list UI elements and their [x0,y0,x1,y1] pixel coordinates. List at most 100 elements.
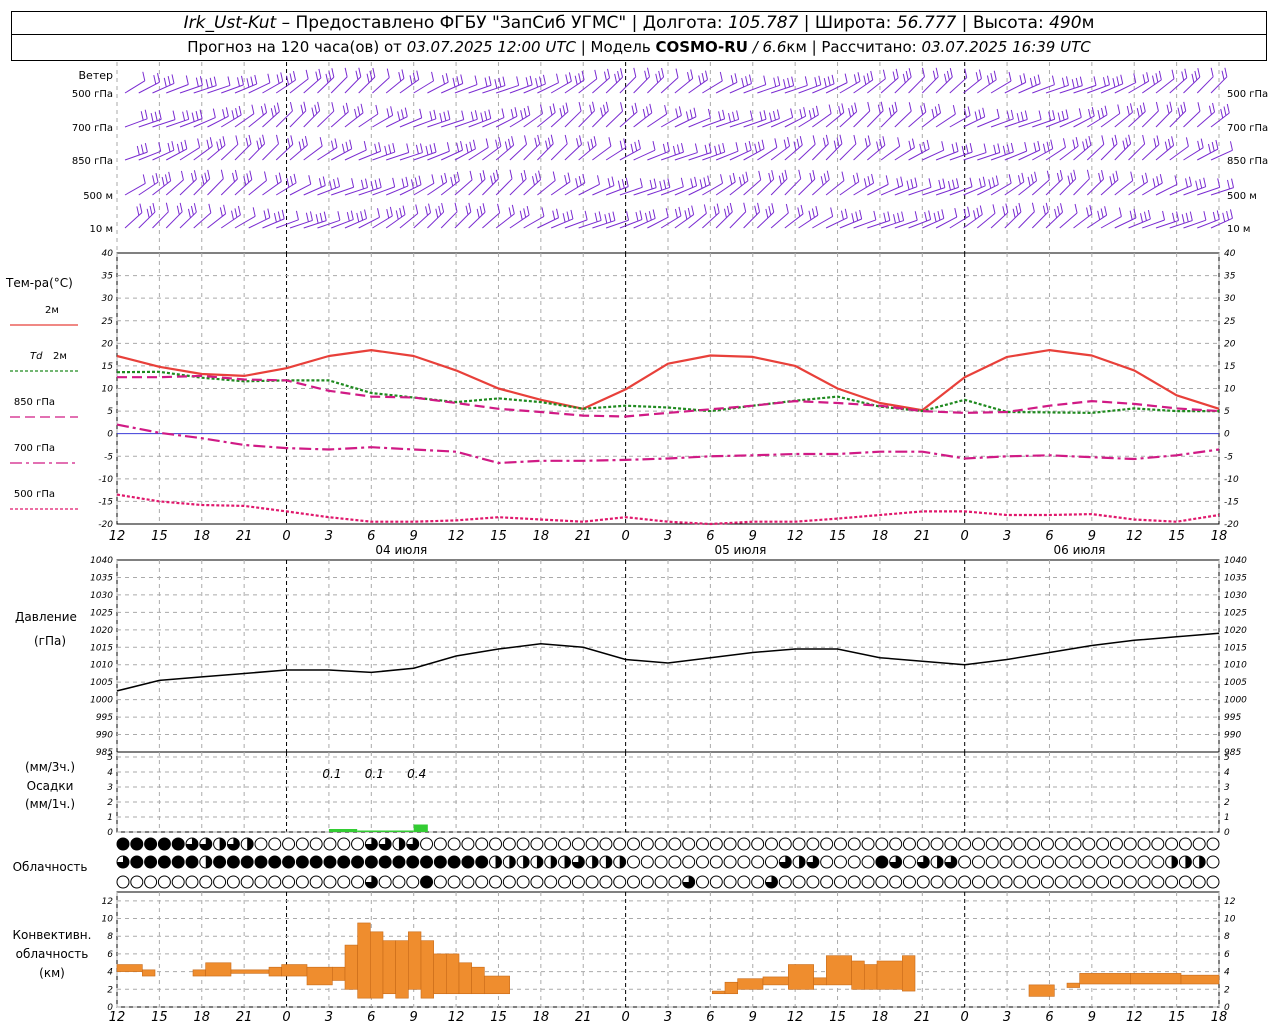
wind-barb-flag [910,179,914,189]
wind-barb-flag [469,141,473,151]
wind-barb-flag [1042,205,1046,215]
wind-barb-flag [734,73,738,83]
wind-barb-flag [914,211,918,221]
wind-barb-staff [550,143,568,161]
cloud-circle [668,875,682,889]
cloud-cover-symbol [489,875,503,889]
convective-hour-label: 18 [193,1010,210,1024]
wind-barb-flag [590,138,594,148]
wind-barb-flag [290,175,293,186]
wind-barb-staff [550,181,571,196]
cloud-circle [861,875,875,889]
cloud-circle [709,875,723,889]
wind-barb-flag [804,76,808,86]
cloud-circle [447,837,461,851]
wind-barb [757,203,775,229]
wind-barb-flag [1117,104,1121,114]
wind-barb-flag [582,173,586,184]
wind-barb-flag [378,142,382,152]
wind-barb-flag [1188,176,1192,186]
wind-barb-flag [389,206,393,217]
wind-barb-flag [978,69,982,79]
cloud-cover-symbol [199,875,213,889]
cloud-cover-symbol [682,837,696,851]
cloud-cover-symbol [351,875,365,889]
wind-barb-flag [856,172,860,182]
convective-tick-right: 2 [1224,985,1230,995]
temp-legend-label: 700 гПа [14,443,55,454]
wind-barb-flag [186,110,190,120]
wind-barb-flag [289,73,293,83]
cloud-cover-symbol [351,837,365,851]
cloud-cover-symbol [944,837,958,851]
wind-barb-flag [425,145,429,156]
cloud-circle [213,855,227,869]
wind-barb [812,170,830,196]
wind-barb-flag [705,70,708,80]
cloud-circle [171,875,185,889]
wind-barb [482,169,499,196]
wind-barb-flag [431,71,435,81]
wind-barb-flag [1120,74,1124,84]
cloud-circle [930,875,944,889]
convective-hour-label: 15 [1168,1010,1185,1024]
wind-barb [385,205,406,229]
cloud-cover-symbol [916,875,930,889]
wind-barb-flag [290,135,294,145]
wind-barb-flag [867,135,871,145]
wind-barb-flag [633,67,637,77]
cloud-cover-symbol [627,855,641,869]
cloud-cover-symbol [130,855,144,869]
cloud-cover-symbol [364,875,378,889]
wind-barb-flag [260,106,264,116]
wind-barb-flag [986,75,990,85]
wind-barb-flag [397,111,401,121]
wind-barb-flag [559,108,563,118]
wind-barb-flag [1079,76,1083,86]
wind-barb [633,67,650,94]
convective-tick-left: 2 [107,985,113,995]
wind-barb-flag [450,176,454,187]
wind-barb-flag [1073,169,1077,179]
wind-barb-flag [738,176,742,187]
wind-level-label-left: 10 м [90,224,113,235]
wind-barb-flag [1122,140,1126,150]
wind-barb-flag [498,77,502,88]
cloud-circle [171,837,185,851]
cloud-cover-symbol [1027,875,1041,889]
wind-barb-flag [401,178,405,188]
wind-barb-flag [456,142,460,153]
cloud-half [247,838,254,850]
wind-barb [564,135,583,161]
wind-barb-staff [537,180,556,196]
precip-tick-right: 0 [1224,828,1230,838]
cloud-cover-symbol [1206,875,1220,889]
wind-barb-flag [520,172,524,183]
wind-barb-flag [356,212,360,223]
cloud-cover-symbol [695,855,709,869]
cloud-cover-symbol [916,837,930,851]
cloud-cover-symbol [406,875,420,889]
wind-barb [770,137,791,161]
wind-barb-staff [1073,213,1093,229]
wind-barb-staff [1059,116,1082,128]
wind-barb-flag [1166,104,1170,114]
cloud-circle [1054,855,1068,869]
cloud-cover-symbol [764,875,778,889]
wind-barb [935,67,953,94]
wind-barb [949,106,971,128]
convective-bar [876,960,903,990]
wind-barb-flag [537,134,541,145]
convective-hour-label: 6 [1045,1010,1053,1024]
cloud-circle [392,875,406,889]
cloud-circle [640,875,654,889]
wind-barb-flag [386,108,390,118]
wind-barb-staff [262,181,282,196]
wind-barb-flag [995,175,999,185]
wind-barb-flag [1153,138,1157,148]
wind-barb-staff [935,186,959,196]
cloud-cover-symbol [930,875,944,889]
cloud-cover-symbol [1054,855,1068,869]
wind-barb-flag [1197,102,1201,112]
convective-bar [306,966,333,986]
